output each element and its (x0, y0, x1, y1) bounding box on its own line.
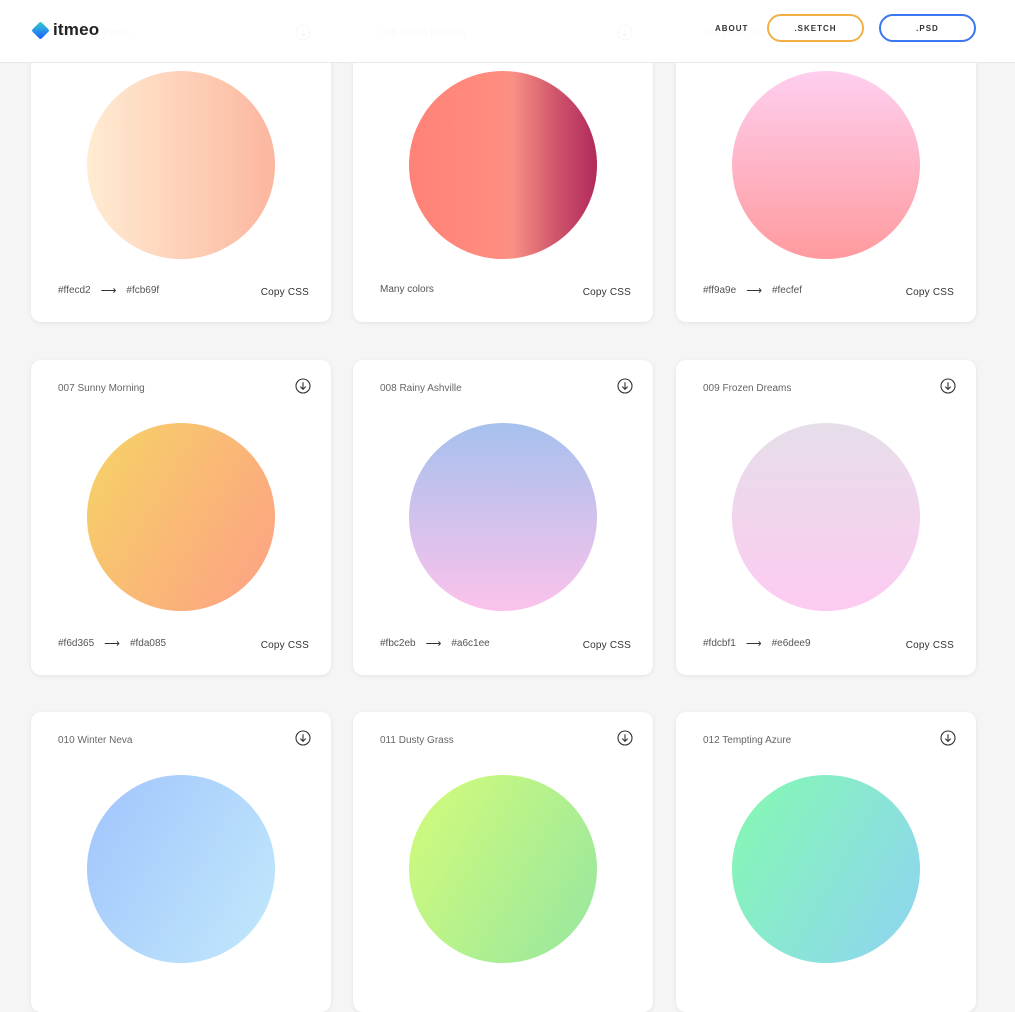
gradient-circle (732, 423, 920, 611)
site-header: itmeo ABOUT .SKETCH .PSD (0, 0, 1015, 63)
arrow-right-icon: ⟶ (746, 285, 762, 297)
logo-icon (31, 20, 50, 40)
color-info: #f6d365 ⟶ #fda085 (58, 637, 166, 650)
gradient-circle (732, 775, 920, 963)
logo-text: itmeo (53, 20, 100, 39)
color-to: #fda085 (129, 638, 167, 649)
copy-css-button[interactable]: Copy CSS (906, 287, 954, 298)
color-to: #fecfef (771, 285, 802, 296)
gradient-circle (409, 423, 597, 611)
color-to: #e6dee9 (771, 638, 811, 649)
gradient-circle (87, 423, 275, 611)
color-to: #fcb69f (126, 285, 160, 296)
logo[interactable]: itmeo (31, 20, 100, 40)
card-title: 010 Winter Neva (58, 735, 133, 746)
color-from: #fdcbf1 (703, 638, 736, 649)
arrow-right-icon: ⟶ (104, 638, 120, 650)
sketch-download-button[interactable]: .SKETCH (767, 14, 864, 42)
copy-css-button[interactable]: Copy CSS (261, 640, 309, 651)
gradient-card: 009 Frozen Dreams #fdcbf1 ⟶ #e6dee9 Copy CSS (676, 360, 976, 675)
gradient-circle (87, 71, 275, 259)
download-icon[interactable] (295, 730, 311, 746)
gradient-card: 010 Winter Neva (31, 712, 331, 1012)
color-to: #a6c1ee (451, 638, 490, 649)
color-info: Many colors (380, 284, 434, 295)
color-from: #f6d365 (58, 638, 95, 649)
copy-css-button[interactable]: Copy CSS (261, 287, 309, 298)
color-note: Many colors (380, 284, 434, 295)
copy-css-button[interactable]: Copy CSS (583, 287, 631, 298)
gradient-card: 012 Tempting Azure (676, 712, 976, 1012)
download-icon[interactable] (617, 378, 633, 394)
gradient-circle (409, 775, 597, 963)
color-info: #ffecd2 ⟶ #fcb69f (58, 284, 159, 297)
copy-css-button[interactable]: Copy CSS (583, 640, 631, 651)
download-icon[interactable] (295, 378, 311, 394)
color-from: #fbc2eb (380, 638, 416, 649)
card-title: 009 Frozen Dreams (703, 383, 792, 394)
color-info: #fdcbf1 ⟶ #e6dee9 (703, 637, 811, 650)
gradient-card: 008 Rainy Ashville #fbc2eb ⟶ #a6c1ee Copy CS… (353, 360, 653, 675)
gradient-circle (732, 71, 920, 259)
color-info: #ff9a9e ⟶ #fecfef (703, 284, 802, 297)
card-title: 011 Dusty Grass (380, 735, 454, 746)
card-title: 007 Sunny Morning (58, 383, 145, 394)
color-from: #ffecd2 (58, 285, 91, 296)
arrow-right-icon: ⟶ (745, 638, 762, 650)
card-title: 008 Rainy Ashville (380, 383, 462, 394)
card-title: 012 Tempting Azure (703, 735, 792, 746)
gradient-card: 007 Sunny Morning #f6d365 ⟶ #fda085 Copy CSS (31, 360, 331, 675)
arrow-right-icon: ⟶ (425, 638, 442, 650)
arrow-right-icon: ⟶ (100, 285, 117, 297)
psd-download-button[interactable]: .PSD (879, 14, 976, 42)
color-info: #fbc2eb ⟶ #a6c1ee (380, 637, 490, 650)
download-icon[interactable] (617, 730, 633, 746)
gradient-circle (87, 775, 275, 963)
gradient-circle (409, 71, 597, 259)
color-from: #ff9a9e (703, 285, 737, 296)
download-icon[interactable] (940, 730, 956, 746)
copy-css-button[interactable]: Copy CSS (906, 640, 954, 651)
about-link[interactable]: ABOUT (715, 24, 748, 33)
gradient-card: 011 Dusty Grass (353, 712, 653, 1012)
download-icon[interactable] (940, 378, 956, 394)
